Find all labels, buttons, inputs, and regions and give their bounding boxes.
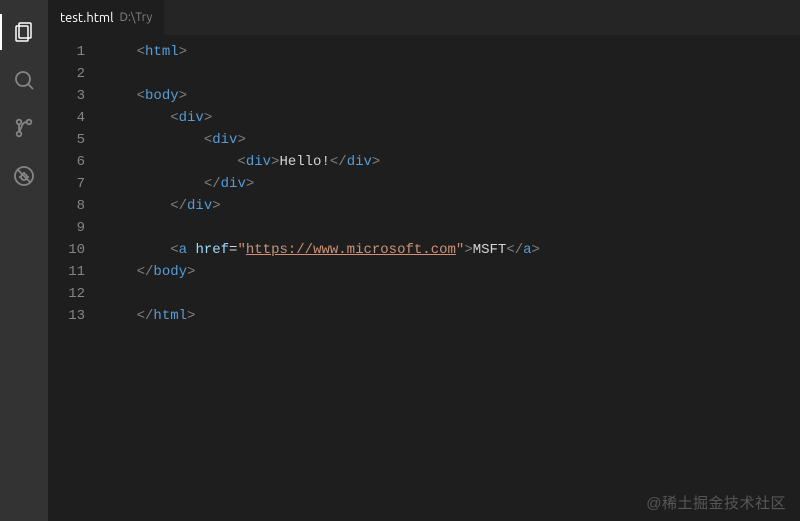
line-number: 9	[48, 217, 85, 239]
line-number: 4	[48, 107, 85, 129]
code-line[interactable]: <a href="https://www.microsoft.com">MSFT…	[103, 239, 800, 261]
editor-area: test.html D:\Try 12345678910111213 <html…	[48, 0, 800, 521]
editor-tab[interactable]: test.html D:\Try	[48, 0, 164, 35]
code-line[interactable]: <div>Hello!</div>	[103, 151, 800, 173]
line-number-gutter: 12345678910111213	[48, 35, 103, 521]
code-line[interactable]: </html>	[103, 305, 800, 327]
code-line[interactable]	[103, 217, 800, 239]
code-line[interactable]: </div>	[103, 195, 800, 217]
code-content[interactable]: <html> <body> <div> <div> <div>Hello!</d…	[103, 35, 800, 521]
line-number: 12	[48, 283, 85, 305]
activity-source-control-icon[interactable]	[0, 104, 48, 152]
code-line[interactable]: <body>	[103, 85, 800, 107]
line-number: 10	[48, 239, 85, 261]
code-line[interactable]: </div>	[103, 173, 800, 195]
line-number: 5	[48, 129, 85, 151]
activity-search-icon[interactable]	[0, 56, 48, 104]
watermark-text: @稀土掘金技术社区	[646, 492, 786, 513]
code-line[interactable]: <div>	[103, 107, 800, 129]
code-area[interactable]: 12345678910111213 <html> <body> <div> <d…	[48, 35, 800, 521]
activity-debug-icon[interactable]	[0, 152, 48, 200]
line-number: 11	[48, 261, 85, 283]
code-line[interactable]	[103, 283, 800, 305]
code-line[interactable]: </body>	[103, 261, 800, 283]
line-number: 13	[48, 305, 85, 327]
line-number: 2	[48, 63, 85, 85]
code-line[interactable]: <html>	[103, 41, 800, 63]
tab-path: D:\Try	[120, 11, 153, 24]
line-number: 8	[48, 195, 85, 217]
line-number: 7	[48, 173, 85, 195]
activity-bar	[0, 0, 48, 521]
line-number: 1	[48, 41, 85, 63]
activity-explorer-icon[interactable]	[0, 8, 48, 56]
tab-filename: test.html	[60, 11, 114, 25]
line-number: 6	[48, 151, 85, 173]
code-line[interactable]: <div>	[103, 129, 800, 151]
line-number: 3	[48, 85, 85, 107]
tab-bar: test.html D:\Try	[48, 0, 800, 35]
code-line[interactable]	[103, 63, 800, 85]
